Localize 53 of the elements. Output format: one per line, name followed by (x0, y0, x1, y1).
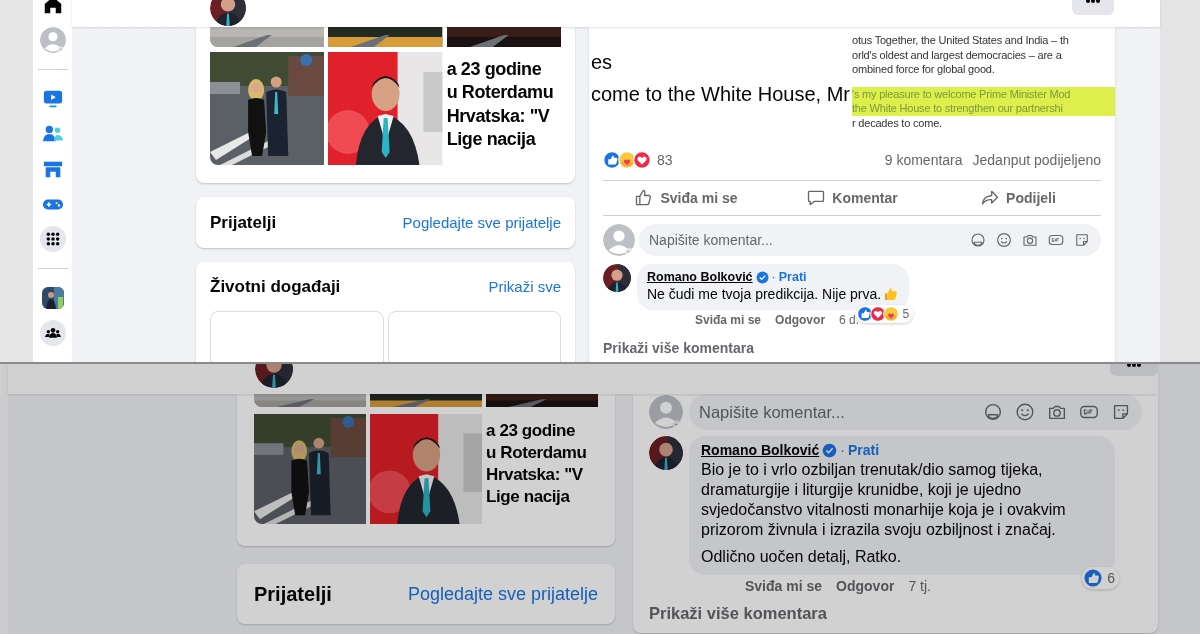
menu-button[interactable] (39, 225, 66, 252)
comment-input[interactable]: Napišite komentar... (699, 402, 972, 422)
see-all-link[interactable]: Pogledajte sve prijatelje (402, 214, 561, 231)
comment-input[interactable]: Napišite komentar... (649, 232, 961, 248)
comment-count[interactable]: 9 komentara (884, 152, 963, 168)
separator-dot: · (771, 270, 776, 284)
follow-link[interactable]: Prati (847, 442, 880, 458)
avatar[interactable] (210, 0, 246, 26)
sticker-face-icon[interactable] (969, 231, 987, 249)
post-image-screenshot: otus Together, the United States and India – th orld's oldest and largest democracies – are a ombined force for global good. 's my pleasure to welcome Prime Minister Mod the White House to strengthen our partnershi r decades to come. (852, 27, 1115, 140)
like-button[interactable]: Sviđa mi se (603, 181, 769, 215)
sticker-face-icon[interactable] (982, 401, 1004, 423)
share-count[interactable]: Jedanput podijeljeno (972, 152, 1101, 168)
like-link[interactable]: Sviđa mi se (745, 578, 823, 594)
section-title: Prijatelji (210, 212, 277, 233)
like-link[interactable]: Sviđa mi se (695, 313, 762, 327)
sticker-icon[interactable] (1073, 231, 1091, 249)
reaction-pill[interactable]: 5 (855, 305, 914, 323)
comment-time: 7 tj. (908, 578, 931, 594)
reaction-pill[interactable]: 6 (1082, 567, 1119, 589)
section-title: Prijatelji (254, 582, 332, 606)
more-comments-link[interactable]: Prikaži više komentara (633, 594, 1158, 633)
see-all-link[interactable]: Pogledajte sve prijatelje (407, 583, 598, 605)
comment-text: Ne čudi me tvoja predikcija. Nije prva. (647, 286, 882, 302)
share-button[interactable]: Podijeli (935, 181, 1101, 215)
reply-link[interactable]: Odgovor (775, 313, 826, 327)
groups-button[interactable] (39, 319, 66, 346)
share-arrow-icon (980, 188, 1001, 208)
more-comments-link[interactable]: Prikaži više komentara (589, 327, 1115, 362)
follow-link[interactable]: Prati (778, 270, 807, 284)
reaction-count[interactable]: 83 (657, 152, 673, 168)
smiley-icon[interactable] (1014, 401, 1036, 423)
comment-field[interactable]: Napišite komentar... (689, 394, 1142, 430)
dots-icon (1126, 364, 1142, 368)
avatar[interactable] (649, 436, 683, 470)
see-all-link[interactable]: Prikaži sve (488, 278, 561, 295)
grid-menu-icon (44, 230, 61, 247)
more-button[interactable] (1072, 0, 1114, 15)
comment-author[interactable]: Romano Bolković (647, 270, 753, 284)
reply-link[interactable]: Odgovor (836, 578, 895, 594)
separator-dot: · (840, 442, 845, 458)
speech-bubble-icon (806, 188, 827, 208)
more-button[interactable] (1110, 364, 1158, 376)
comment-text: Bio je to i vrlo ozbiljan trenutak/dio samog tijeka, dramaturgije i liturgije krunidbe, koji je ujedno svjedočanstvo vitalnosti monarhije koja je i ovakvim prizorom živnula i izrazila svoju ozbiljnost i značaj. (701, 460, 1067, 540)
dots-icon (1085, 0, 1101, 4)
comment-author[interactable]: Romano Bolković (701, 442, 820, 458)
comment-text: Odlično uočen detalj, Ratko. (701, 547, 903, 567)
comment-field[interactable]: Napišite komentar... (639, 224, 1101, 256)
section-title: Životni događaji (210, 276, 341, 297)
smiley-icon[interactable] (995, 231, 1013, 249)
comment-button[interactable]: Komentar (769, 181, 935, 215)
avatar[interactable] (603, 264, 631, 292)
post-image-text: es come to the White House, Mr (589, 27, 852, 140)
